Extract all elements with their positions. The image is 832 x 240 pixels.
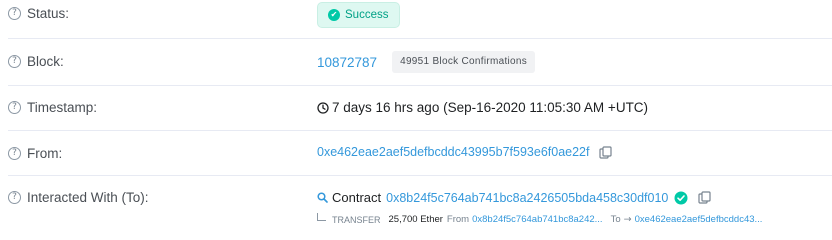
divider [8,130,832,131]
clock-icon [317,101,329,114]
tree-elbow [317,213,326,221]
timestamp-label-row: ? Timestamp: [8,100,97,115]
status-label-row: ? Status: [8,6,69,21]
transfer-amount: 25,700 Ether [388,214,443,225]
from-address-link[interactable]: 0xe462eae2aef5defbcddc43995b7f593e6f0ae2… [317,145,589,159]
contract-search-icon [317,192,328,203]
block-number-link[interactable]: 10872787 [317,55,377,70]
divider [8,175,832,176]
transfer-keyword: TRANSFER [332,214,381,225]
transfer-from-address-link[interactable]: 0x8b24f5c764ab741bc8a242... [472,214,602,225]
transfer-to-label: To [610,214,621,225]
timestamp-text: 7 days 16 hrs ago (Sep-16-2020 11:05:30 … [332,100,649,115]
divider [8,85,832,86]
timestamp-label: Timestamp: [27,100,98,115]
from-label-row: ? From: [8,146,62,161]
status-badge: ✔ Success [317,2,401,28]
block-label-row: ? Block: [8,54,64,69]
status-value: ✔ Success [317,2,401,28]
block-label: Block: [27,54,64,69]
help-icon[interactable]: ? [8,55,21,68]
status-text: Success [345,9,389,21]
divider [8,38,832,39]
contract-prefix: Contract [332,190,382,205]
to-value: Contract 0x8b24f5c764ab741bc8a2426505bda… [317,190,711,205]
internal-transfer-line: TRANSFER 25,700 Ether From 0x8b24f5c764a… [317,213,763,225]
transfer-to-address-link[interactable]: 0xe462eae2aef5defbcddc43... [635,214,763,225]
copy-icon[interactable] [599,145,613,159]
block-confirmations-badge: 49951 Block Confirmations [392,51,536,73]
help-icon[interactable]: ? [8,147,21,160]
contract-address-link[interactable]: 0x8b24f5c764ab741bc8a2426505bda458c30df0… [386,191,668,205]
status-label: Status: [27,6,70,21]
to-label: Interacted With (To): [27,190,149,205]
from-label: From: [27,146,63,161]
verified-check-icon [674,191,688,204]
transfer-from-label: From [446,214,470,225]
to-label-row: ? Interacted With (To): [8,190,149,205]
from-value: 0xe462eae2aef5defbcddc43995b7f593e6f0ae2… [317,145,613,159]
timestamp-value: 7 days 16 hrs ago (Sep-16-2020 11:05:30 … [317,100,648,115]
block-value: 10872787 49951 Block Confirmations [317,51,536,73]
copy-icon[interactable] [698,191,711,204]
transfer-arrow-icon: → [623,214,632,225]
help-icon[interactable]: ? [8,7,21,20]
help-icon[interactable]: ? [8,191,21,204]
success-check-icon: ✔ [328,9,340,21]
help-icon[interactable]: ? [8,101,21,114]
